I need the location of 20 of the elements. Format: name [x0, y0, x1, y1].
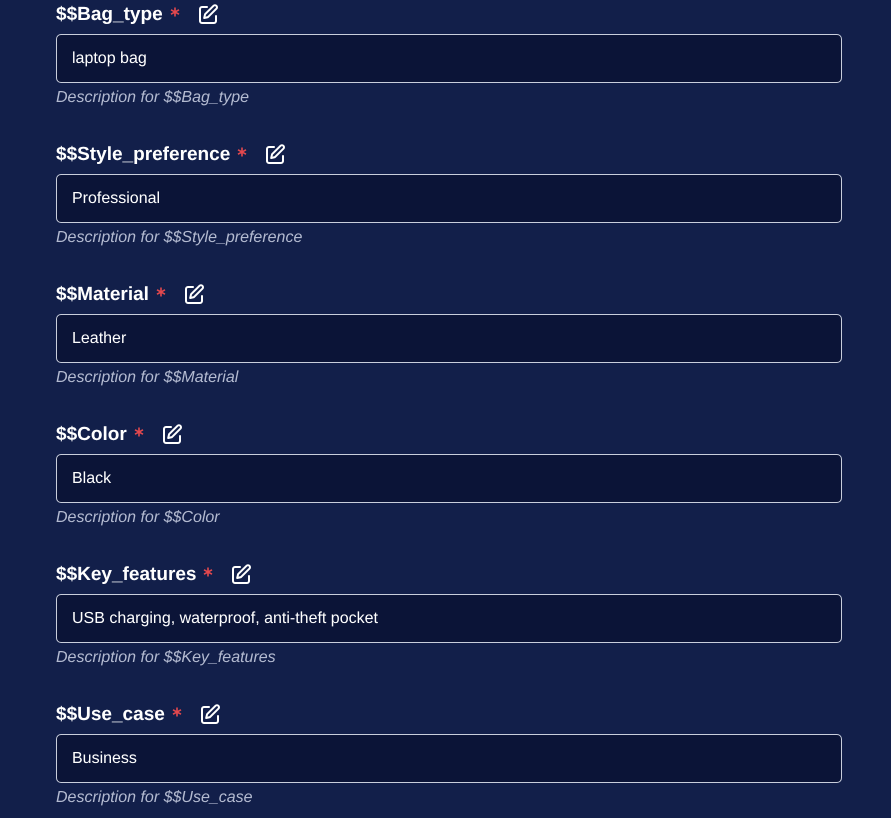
field-description: Description for $$Key_features — [56, 649, 277, 667]
input-field[interactable]: laptop bag — [56, 34, 842, 83]
field-description: Description for $$Use_case — [56, 789, 254, 807]
field-description: Description for $$Style_preference — [56, 229, 304, 247]
field-description: Description for $$Material — [56, 369, 240, 387]
field-label: $$Key_features — [56, 564, 196, 586]
input-field[interactable]: Black — [56, 454, 842, 503]
field-label: $$Bag_type — [56, 4, 163, 26]
field-label: $$Use_case — [56, 704, 165, 726]
field-description: Description for $$Color — [56, 509, 221, 527]
edit-icon[interactable] — [263, 143, 288, 167]
field-label: $$Material — [56, 284, 149, 306]
field-description: Description for $$Bag_type — [56, 89, 250, 107]
input-field[interactable]: USB charging, waterproof, anti-theft pocket — [56, 594, 842, 643]
field-label: $$Color — [56, 424, 127, 446]
input-field[interactable]: Business — [56, 734, 842, 783]
input-field[interactable]: Professional — [56, 174, 842, 223]
edit-icon[interactable] — [229, 563, 254, 587]
input-field[interactable]: Leather — [56, 314, 842, 363]
field-label: $$Style_preference — [56, 144, 230, 166]
